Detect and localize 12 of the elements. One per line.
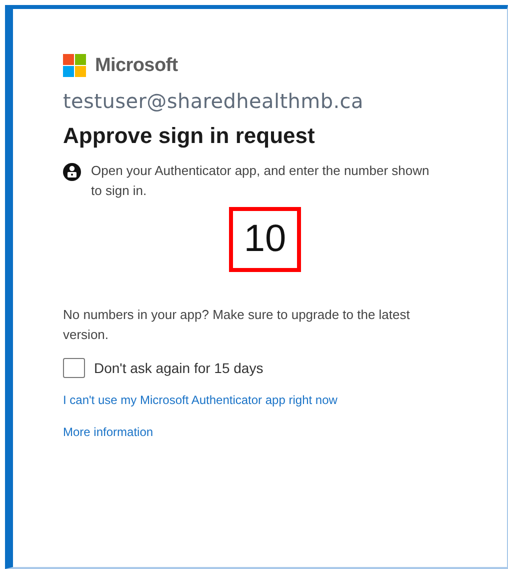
- lock-person-icon: [63, 162, 81, 182]
- help-link[interactable]: I can't use my Microsoft Authenticator app right now: [63, 393, 338, 407]
- sign-in-number: 10: [229, 207, 301, 272]
- remember-checkbox[interactable]: [63, 358, 85, 378]
- instruction-text: Open your Authenticator app, and enter the number shown to sign in.: [91, 162, 430, 200]
- microsoft-logo-icon: [63, 54, 86, 77]
- help-link[interactable]: More information: [63, 425, 154, 439]
- page-title: Approve sign in request: [63, 123, 315, 149]
- account-email: testuser@sharedhealthmb.ca: [63, 89, 364, 113]
- remember-label: Don't ask again for 15 days: [94, 360, 264, 376]
- upgrade-note: No numbers in your app? Make sure to upgrade to the latest version.: [63, 306, 411, 344]
- brand-name: Microsoft: [95, 54, 178, 76]
